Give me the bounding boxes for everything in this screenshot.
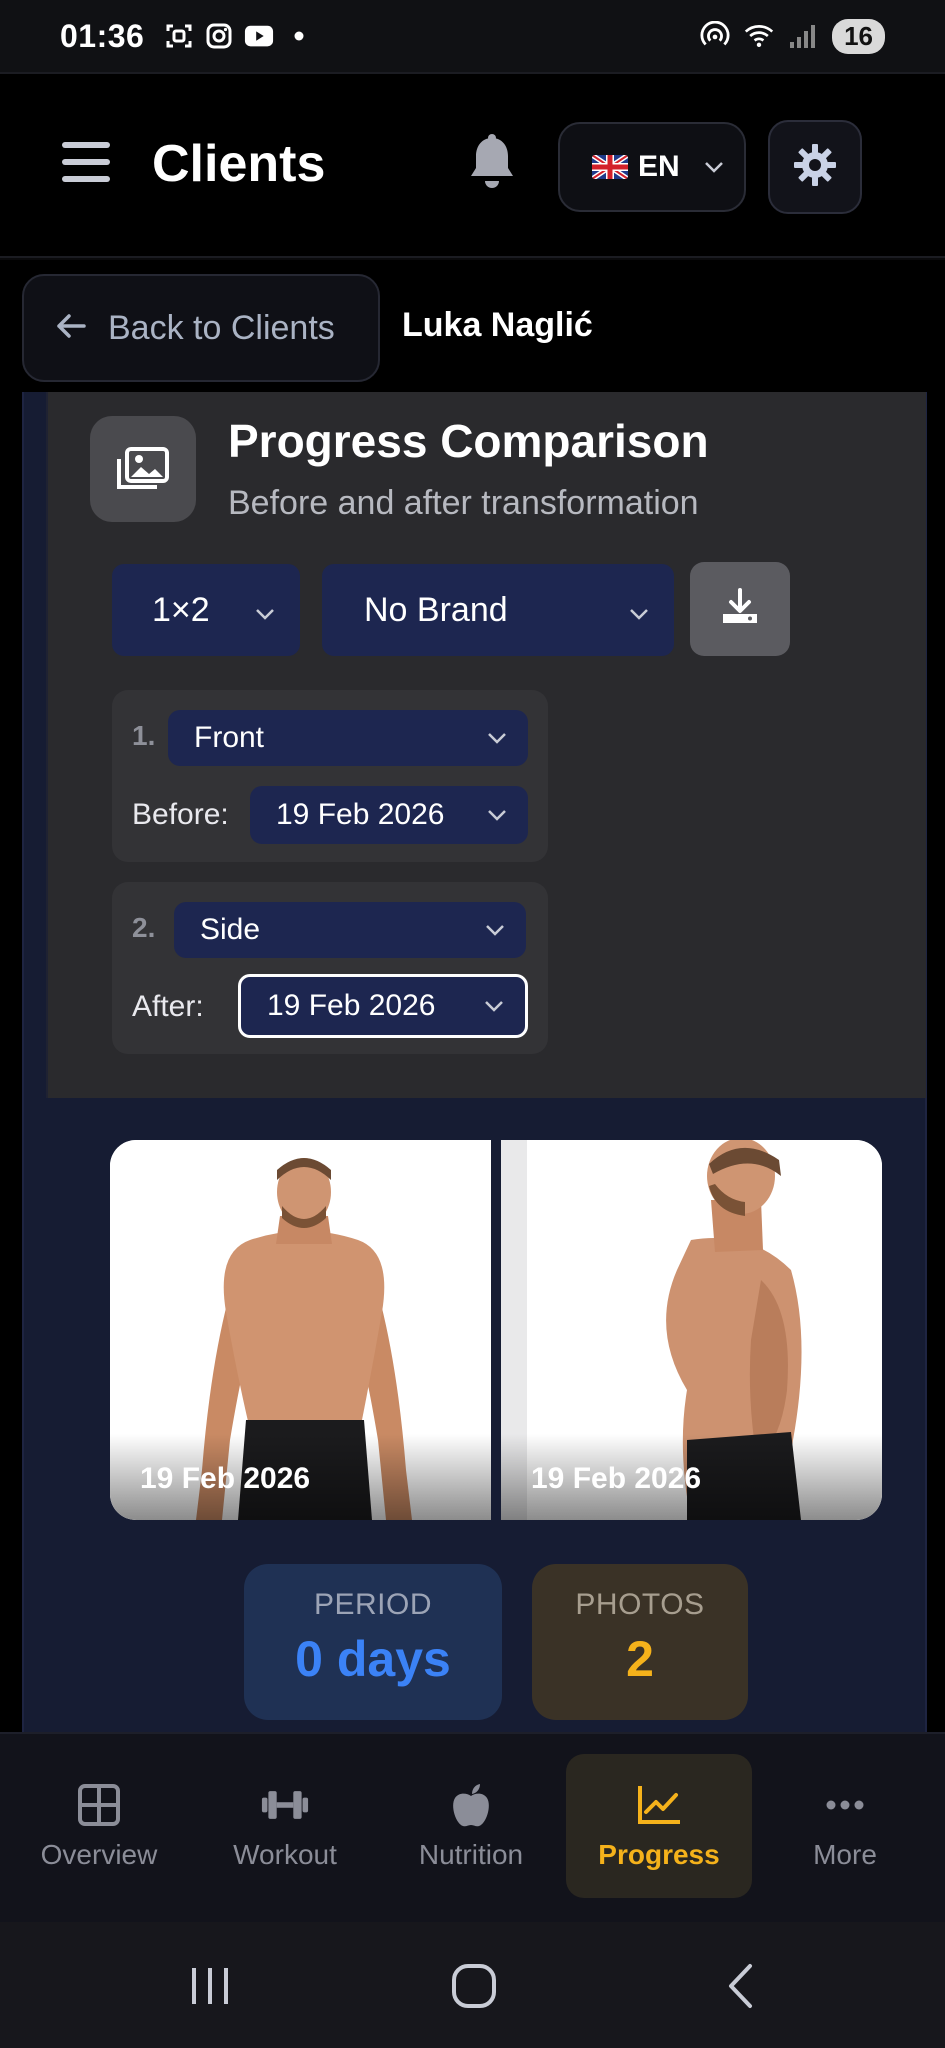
before-photo[interactable]: 19 Feb 2026	[110, 1140, 491, 1520]
view-select[interactable]: Front	[168, 710, 528, 766]
brand-select-value: No Brand	[364, 590, 508, 629]
hotspot-icon	[700, 21, 730, 51]
photo-date-label: 19 Feb 2026	[531, 1462, 702, 1495]
comparison-photos: 19 Feb 2026 19 Feb 2026	[110, 1140, 882, 1520]
before-label: Before:	[132, 798, 229, 831]
status-bar: 01:36 16	[0, 0, 945, 72]
after-label: After:	[132, 990, 204, 1023]
language-label: EN	[638, 150, 680, 183]
tab-label: More	[813, 1839, 877, 1870]
chevron-down-icon	[252, 597, 278, 623]
signal-icon	[788, 21, 818, 51]
top-app-bar: Clients EN	[0, 72, 945, 258]
language-select[interactable]: EN	[558, 122, 746, 212]
dot-icon	[284, 21, 314, 51]
card-subtitle: Before and after transformation	[228, 484, 699, 522]
comparison-slot-1: 1. Front Before: 19 Feb 2026	[112, 690, 548, 862]
before-date-select[interactable]: 19 Feb 2026	[250, 786, 528, 844]
chevron-down-icon	[626, 597, 652, 623]
slot-number: 2.	[132, 912, 156, 943]
photo-gallery-icon	[90, 416, 196, 522]
after-date-select[interactable]: 19 Feb 2026	[238, 974, 528, 1038]
tab-label: Workout	[233, 1839, 337, 1870]
system-navigation-bar	[0, 1922, 945, 2048]
layout-select-value: 1×2	[152, 590, 210, 629]
status-notification-icons	[164, 21, 314, 51]
view-select-value: Side	[200, 913, 261, 946]
back-button-label: Back to Clients	[108, 308, 335, 347]
tab-nutrition[interactable]: Nutrition	[378, 1754, 564, 1898]
back-to-clients-button[interactable]: Back to Clients	[22, 274, 380, 382]
photos-label: PHOTOS	[575, 1588, 705, 1621]
chevron-down-icon	[484, 725, 510, 751]
bottom-tab-bar: Overview Workout Nutrition Progress More	[0, 1732, 945, 1922]
line-chart-icon	[635, 1781, 683, 1829]
settings-button[interactable]	[768, 120, 862, 214]
photos-value: 2	[626, 1631, 654, 1687]
slot-number: 1.	[132, 720, 156, 751]
view-select[interactable]: Side	[174, 902, 526, 958]
uk-flag-icon	[592, 155, 628, 179]
arrow-left-icon	[54, 311, 88, 346]
after-photo[interactable]: 19 Feb 2026	[501, 1140, 882, 1520]
view-select-value: Front	[194, 721, 265, 754]
download-icon	[720, 587, 760, 632]
date-select-value: 19 Feb 2026	[276, 798, 445, 831]
instagram-icon	[204, 21, 234, 51]
tab-workout[interactable]: Workout	[192, 1754, 378, 1898]
page-title: Clients	[152, 135, 326, 193]
status-system-icons: 16	[700, 18, 885, 54]
layout-select[interactable]: 1×2	[112, 564, 300, 656]
menu-icon[interactable]	[62, 142, 110, 182]
photos-stat-card: PHOTOS 2	[532, 1564, 748, 1720]
main-content[interactable]: Progress Comparison Before and after tra…	[0, 392, 945, 1732]
date-select-value: 19 Feb 2026	[267, 989, 436, 1022]
client-name: Luka Naglić	[402, 306, 593, 344]
tab-label: Overview	[40, 1839, 158, 1870]
more-dots-icon	[821, 1781, 869, 1829]
card-title: Progress Comparison	[228, 415, 709, 467]
comparison-slot-2: 2. Side After: 19 Feb 2026	[112, 882, 548, 1054]
screenshot-icon	[164, 21, 194, 51]
photo-date-label: 19 Feb 2026	[140, 1462, 311, 1495]
chevron-down-icon	[702, 155, 726, 179]
wifi-icon	[744, 21, 774, 51]
period-value: 0 days	[295, 1631, 451, 1687]
bell-icon[interactable]	[466, 132, 518, 192]
tab-label: Progress	[598, 1839, 720, 1870]
dumbbell-icon	[261, 1781, 309, 1829]
youtube-icon	[244, 21, 274, 51]
chevron-down-icon	[484, 802, 510, 828]
apple-icon	[447, 1781, 495, 1829]
tab-label: Nutrition	[418, 1839, 524, 1870]
period-label: PERIOD	[313, 1588, 433, 1621]
client-header: Back to Clients Luka Naglić	[0, 260, 945, 392]
chevron-down-icon	[482, 917, 508, 943]
tab-progress[interactable]: Progress	[566, 1754, 752, 1898]
status-time: 01:36	[60, 17, 145, 54]
brand-select[interactable]: No Brand	[322, 564, 674, 656]
gear-icon	[792, 142, 838, 193]
download-button[interactable]	[690, 562, 790, 656]
grid-icon	[75, 1781, 123, 1829]
back-icon[interactable]	[710, 1956, 770, 2016]
chevron-down-icon	[481, 993, 507, 1019]
battery-level: 16	[832, 18, 885, 54]
period-stat-card: PERIOD 0 days	[244, 1564, 502, 1720]
home-icon[interactable]	[444, 1956, 504, 2016]
progress-comparison-card: Progress Comparison Before and after tra…	[46, 392, 926, 1098]
tab-more[interactable]: More	[752, 1754, 938, 1898]
recent-apps-icon[interactable]	[180, 1956, 240, 2016]
tab-overview[interactable]: Overview	[6, 1754, 192, 1898]
